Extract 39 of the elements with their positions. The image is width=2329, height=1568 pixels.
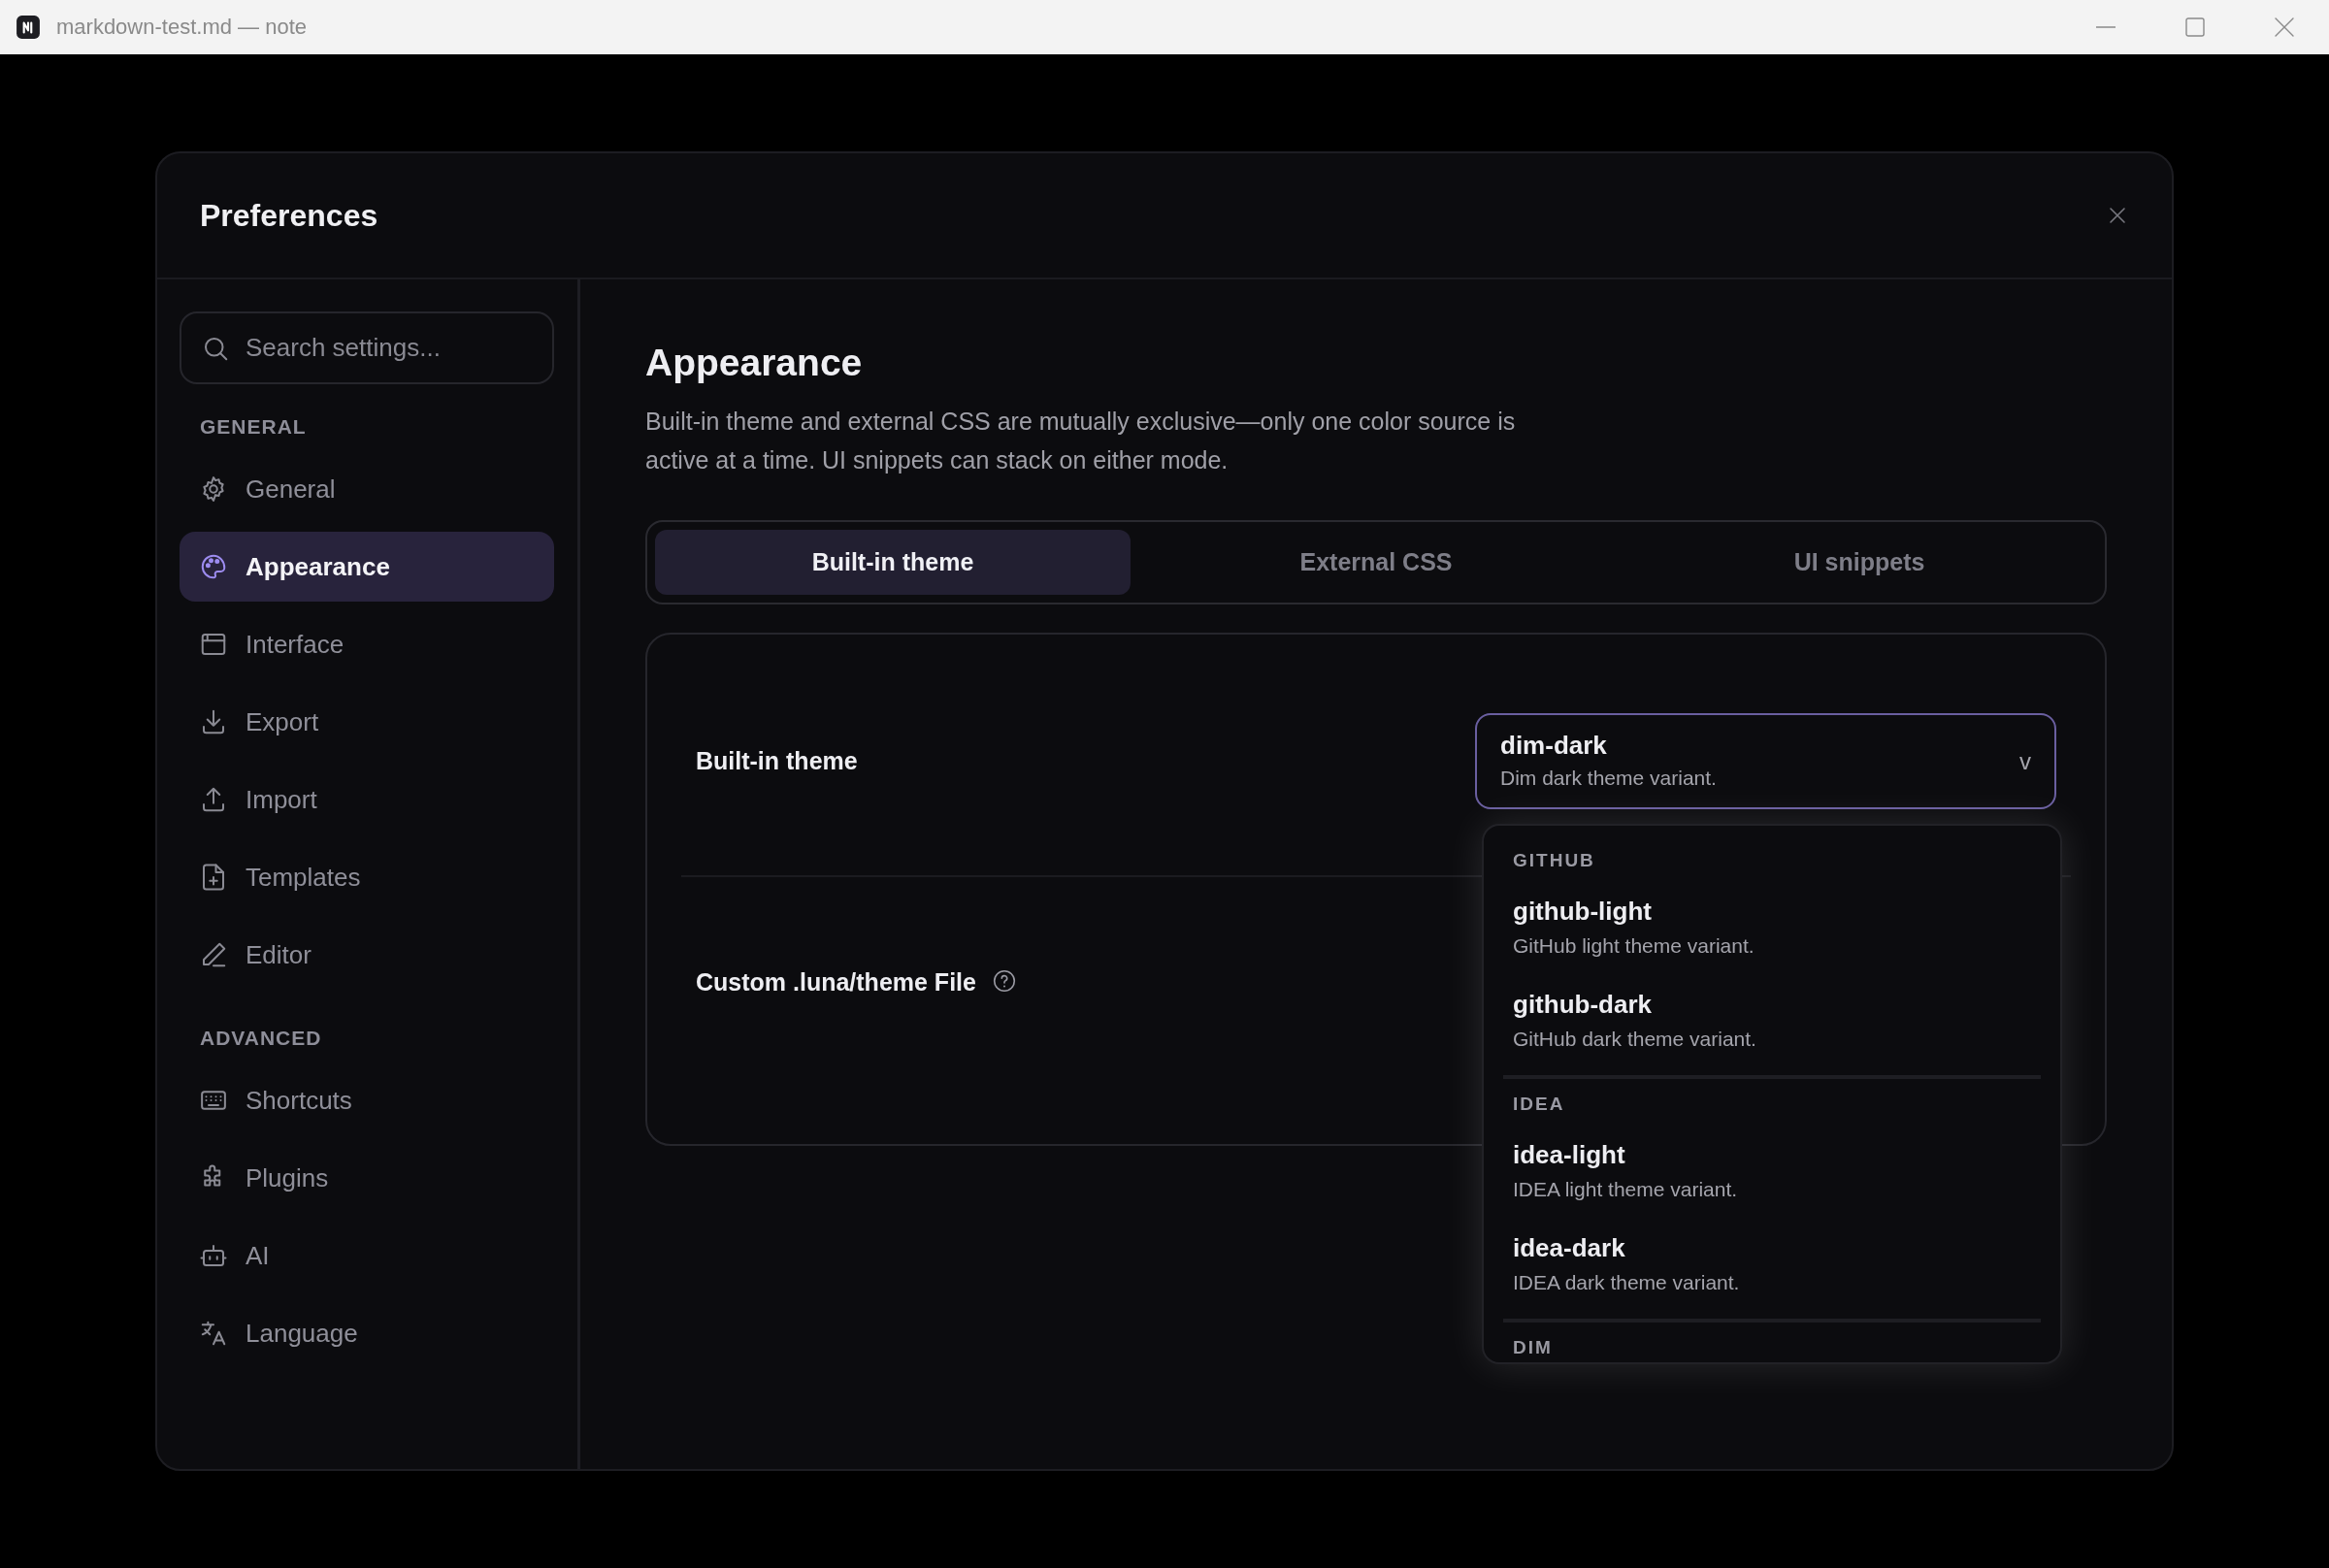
app-icon bbox=[16, 15, 41, 40]
section-heading: GENERAL bbox=[200, 414, 308, 440]
sidebar-item[interactable]: Import bbox=[180, 765, 554, 834]
tab[interactable]: UI snippets bbox=[1622, 530, 2097, 595]
sidebar-item[interactable]: Shortcuts bbox=[180, 1065, 554, 1135]
setting-label: Built-in theme bbox=[696, 747, 858, 775]
tab[interactable]: External CSS bbox=[1138, 530, 1614, 595]
sidebar-item[interactable]: Editor bbox=[180, 920, 554, 990]
dropdown-option[interactable]: idea-dark IDEA dark theme variant. bbox=[1484, 1219, 2060, 1312]
tab[interactable]: Built-in theme bbox=[655, 530, 1131, 595]
sidebar-item[interactable]: General bbox=[180, 454, 554, 524]
sidebar-item[interactable]: Plugins bbox=[180, 1143, 554, 1213]
minimize-icon bbox=[2096, 26, 2116, 28]
sidebar-item[interactable]: Appearance bbox=[180, 532, 554, 602]
section-heading: ADVANCED bbox=[200, 1026, 323, 1051]
sidebar-item[interactable]: Export bbox=[180, 687, 554, 757]
dropdown-option[interactable]: idea-light IDEA light theme variant. bbox=[1484, 1126, 2060, 1219]
sidebar-item[interactable]: Templates bbox=[180, 842, 554, 912]
maximize-icon bbox=[2185, 17, 2205, 37]
search-input[interactable]: Search settings... bbox=[244, 332, 533, 364]
description-text: Built-in theme and external CSS are mutually exclusive—only one color source is active at a time. UI snippets can stack on either mode. bbox=[645, 407, 1517, 475]
setting-label: Custom .luna/theme File bbox=[696, 968, 976, 996]
dropdown-option[interactable]: github-dark GitHub dark theme variant. bbox=[1484, 975, 2060, 1068]
search-field[interactable]: Search settings... bbox=[180, 311, 554, 384]
sidebar-item[interactable]: Interface bbox=[180, 609, 554, 679]
help-icon[interactable] bbox=[991, 968, 1017, 994]
translate-icon bbox=[199, 1319, 228, 1348]
close-icon bbox=[2275, 17, 2294, 37]
section-title: Appearance bbox=[645, 341, 864, 385]
group-heading: IDEA bbox=[1512, 1093, 1566, 1116]
dialog-title: Preferences bbox=[200, 197, 379, 234]
theme-dropdown[interactable]: dim-dark Dim dark theme variant. v bbox=[1475, 713, 2056, 809]
sidebar-item[interactable]: Language bbox=[180, 1298, 554, 1368]
dropdown-option[interactable]: github-light GitHub light theme variant. bbox=[1484, 882, 2060, 975]
sidebar-item[interactable]: AI bbox=[180, 1221, 554, 1290]
palette-icon bbox=[199, 552, 228, 581]
group-heading: GITHUB bbox=[1512, 849, 1596, 872]
group-heading: DIM bbox=[1512, 1336, 1554, 1359]
window-title: markdown-test.md — note bbox=[56, 15, 308, 40]
